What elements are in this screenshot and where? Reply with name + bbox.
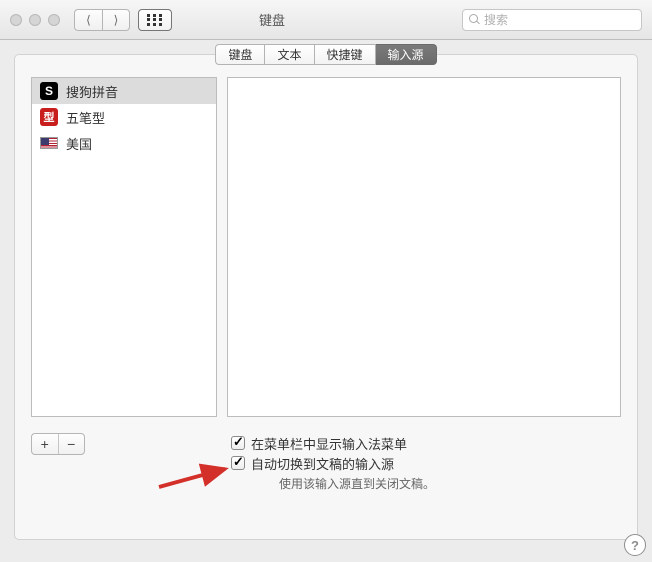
search-placeholder: 搜索	[484, 11, 508, 28]
remove-button[interactable]: −	[58, 434, 85, 454]
list-item[interactable]: 美国	[32, 130, 216, 156]
list-item[interactable]: 型 五笔型	[32, 104, 216, 130]
tab-shortcuts[interactable]: 快捷键	[315, 44, 376, 65]
option-label: 在菜单栏中显示输入法菜单	[251, 434, 407, 453]
content: 键盘 文本 快捷键 输入源 S 搜狗拼音 型 五笔型 美国	[0, 40, 652, 562]
tab-input-sources[interactable]: 输入源	[376, 44, 437, 65]
search-icon	[469, 14, 480, 25]
list-item-label: 五笔型	[66, 108, 105, 127]
grid-icon	[147, 14, 163, 26]
checkbox-show-in-menubar[interactable]	[231, 436, 245, 450]
option-hint: 使用该输入源直到关闭文稿。	[279, 475, 621, 492]
list-item[interactable]: S 搜狗拼音	[32, 78, 216, 104]
tab-keyboard[interactable]: 键盘	[215, 44, 265, 65]
search-input[interactable]: 搜索	[462, 9, 642, 31]
window-controls	[10, 14, 60, 26]
list-item-label: 美国	[66, 134, 92, 153]
wubi-icon: 型	[40, 108, 58, 126]
add-remove-control[interactable]: + −	[31, 433, 85, 455]
close-icon[interactable]	[10, 14, 22, 26]
add-button[interactable]: +	[32, 434, 58, 454]
minimize-icon[interactable]	[29, 14, 41, 26]
window-title: 键盘	[90, 10, 454, 29]
input-source-list[interactable]: S 搜狗拼音 型 五笔型 美国	[31, 77, 217, 417]
preferences-panel: 键盘 文本 快捷键 输入源 S 搜狗拼音 型 五笔型 美国	[14, 54, 638, 540]
tabs: 键盘 文本 快捷键 输入源	[215, 44, 436, 65]
help-button[interactable]: ?	[624, 534, 646, 556]
tab-text[interactable]: 文本	[265, 44, 314, 65]
us-flag-icon	[40, 137, 58, 149]
titlebar: ⟨ ⟩ 键盘 搜索	[0, 0, 652, 40]
list-item-label: 搜狗拼音	[66, 82, 118, 101]
checkbox-auto-switch[interactable]	[231, 456, 245, 470]
input-source-detail	[227, 77, 621, 417]
zoom-icon[interactable]	[48, 14, 60, 26]
options: 在菜单栏中显示输入法菜单 自动切换到文稿的输入源 使用该输入源直到关闭文稿。	[231, 433, 621, 492]
option-label: 自动切换到文稿的输入源	[251, 454, 394, 473]
sogou-icon: S	[40, 82, 58, 100]
